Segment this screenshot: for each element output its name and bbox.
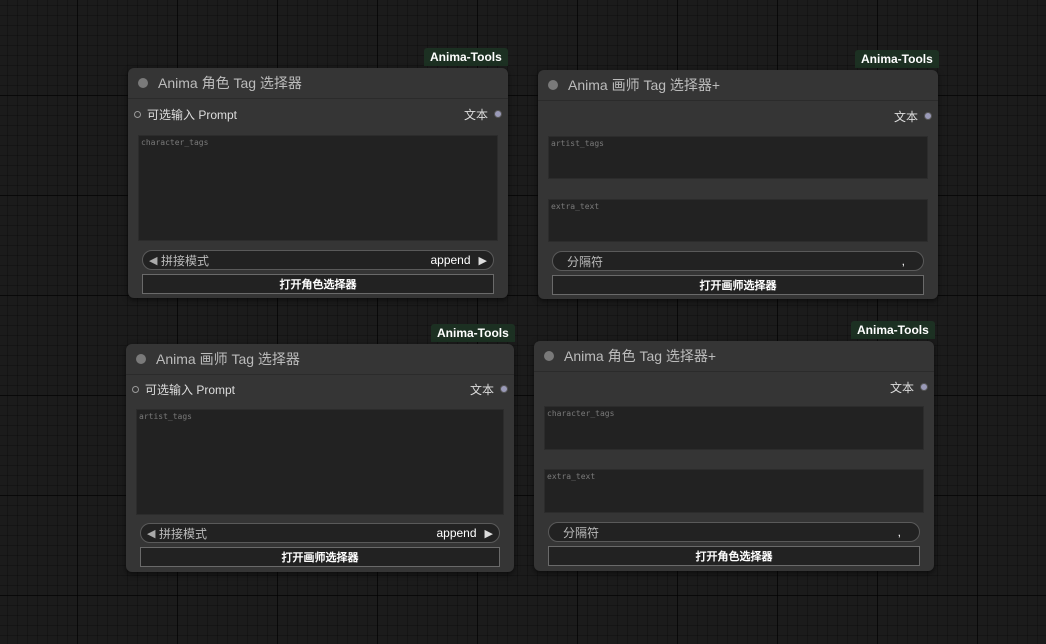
node-badge: Anima-Tools <box>431 324 515 342</box>
output-socket-icon[interactable] <box>494 110 502 118</box>
open-artist-selector-button[interactable]: 打开画师选择器 <box>552 275 924 295</box>
combo-label: 拼接模式 <box>161 253 210 268</box>
textarea-placeholder: extra_text <box>551 202 600 211</box>
node-title: Anima 角色 Tag 选择器+ <box>564 348 717 364</box>
artist-tag-selector-plus-node[interactable]: Anima 画师 Tag 选择器+ 文本 artist_tags extra_t… <box>538 70 938 299</box>
character-tags-textarea[interactable]: character_tags <box>138 135 498 241</box>
node-title: Anima 角色 Tag 选择器 <box>158 75 302 91</box>
node-collapse-dot[interactable] <box>544 351 554 361</box>
node-badge: Anima-Tools <box>851 321 935 339</box>
output-slot-label: 文本 <box>889 380 914 395</box>
open-artist-selector-button[interactable]: 打开画师选择器 <box>140 547 500 567</box>
textarea-placeholder: character_tags <box>141 138 209 147</box>
node-badge: Anima-Tools <box>424 48 508 66</box>
input-socket-icon[interactable] <box>132 385 139 393</box>
output-socket-icon[interactable] <box>924 112 932 120</box>
node-title-bar[interactable]: Anima 画师 Tag 选择器 <box>126 344 514 375</box>
node-title-bar[interactable]: Anima 角色 Tag 选择器+ <box>534 341 934 372</box>
open-character-selector-button[interactable]: 打开角色选择器 <box>142 274 494 294</box>
combo-prev-icon[interactable]: ◀ <box>147 527 159 540</box>
textarea-placeholder: extra_text <box>547 472 596 481</box>
output-socket-icon[interactable] <box>500 385 508 393</box>
character-tag-selector-node[interactable]: Anima 角色 Tag 选择器 可选输入 Prompt 文本 characte… <box>128 68 508 298</box>
textarea-placeholder: artist_tags <box>551 139 604 148</box>
separator-value: , <box>901 254 905 268</box>
combo-value: append <box>436 526 477 540</box>
prompt-input-slot[interactable]: 可选输入 Prompt <box>132 376 235 402</box>
output-socket-icon[interactable] <box>920 383 928 391</box>
character-tags-textarea[interactable]: character_tags <box>544 406 924 450</box>
text-output-slot[interactable]: 文本 <box>894 103 932 129</box>
input-slot-label: 可选输入 Prompt <box>147 107 238 122</box>
text-output-slot[interactable]: 文本 <box>890 374 928 400</box>
text-output-slot[interactable]: 文本 <box>464 101 502 127</box>
combo-value: append <box>430 253 471 267</box>
node-title: Anima 画师 Tag 选择器+ <box>568 77 721 93</box>
extra-text-textarea[interactable]: extra_text <box>544 469 924 513</box>
input-socket-icon[interactable] <box>134 110 141 118</box>
artist-tags-textarea[interactable]: artist_tags <box>548 136 928 179</box>
combo-next-icon[interactable]: ▶ <box>485 527 493 540</box>
extra-text-textarea[interactable]: extra_text <box>548 199 928 242</box>
node-title: Anima 画师 Tag 选择器 <box>156 351 300 367</box>
input-slot-label: 可选输入 Prompt <box>145 382 236 397</box>
character-tag-selector-plus-node[interactable]: Anima 角色 Tag 选择器+ 文本 character_tags extr… <box>534 341 934 571</box>
node-collapse-dot[interactable] <box>548 80 558 90</box>
prompt-input-slot[interactable]: 可选输入 Prompt <box>134 101 237 127</box>
join-mode-combo[interactable]: ◀ 拼接模式 append ▶ <box>140 523 500 543</box>
separator-field[interactable]: 分隔符 , <box>548 522 920 542</box>
separator-label: 分隔符 <box>567 254 604 269</box>
node-badge: Anima-Tools <box>855 50 939 68</box>
combo-prev-icon[interactable]: ◀ <box>149 254 161 267</box>
join-mode-combo[interactable]: ◀ 拼接模式 append ▶ <box>142 250 494 270</box>
artist-tag-selector-node[interactable]: Anima 画师 Tag 选择器 可选输入 Prompt 文本 artist_t… <box>126 344 514 572</box>
node-title-bar[interactable]: Anima 角色 Tag 选择器 <box>128 68 508 99</box>
text-output-slot[interactable]: 文本 <box>470 376 508 402</box>
separator-label: 分隔符 <box>563 525 600 540</box>
textarea-placeholder: character_tags <box>547 409 615 418</box>
node-title-bar[interactable]: Anima 画师 Tag 选择器+ <box>538 70 938 101</box>
open-character-selector-button[interactable]: 打开角色选择器 <box>548 546 920 566</box>
output-slot-label: 文本 <box>463 107 488 122</box>
separator-value: , <box>897 525 901 539</box>
combo-next-icon[interactable]: ▶ <box>479 254 487 267</box>
node-collapse-dot[interactable] <box>138 78 148 88</box>
output-slot-label: 文本 <box>893 109 918 124</box>
textarea-placeholder: artist_tags <box>139 412 192 421</box>
artist-tags-textarea[interactable]: artist_tags <box>136 409 504 515</box>
output-slot-label: 文本 <box>469 382 494 397</box>
node-collapse-dot[interactable] <box>136 354 146 364</box>
combo-label: 拼接模式 <box>159 526 208 541</box>
separator-field[interactable]: 分隔符 , <box>552 251 924 271</box>
